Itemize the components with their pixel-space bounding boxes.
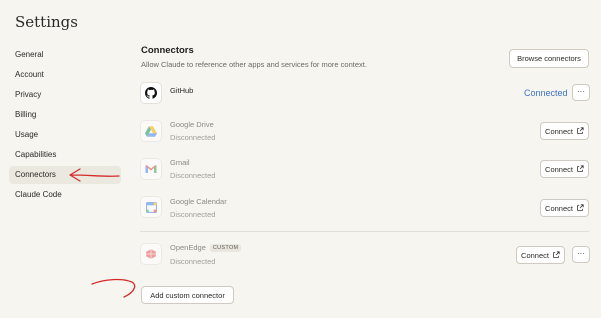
openedge-more-button[interactable]: ··· [572, 246, 590, 263]
connectors-description: Allow Claude to reference other apps and… [141, 60, 367, 69]
sidebar-item-billing[interactable]: Billing [9, 106, 121, 124]
external-link-icon [577, 127, 584, 134]
sidebar-nav: General Account Privacy Billing Usage Ca… [9, 46, 121, 206]
github-more-button[interactable]: ··· [572, 84, 590, 101]
connector-name: Google Drive [170, 120, 214, 129]
connect-label: Connect [545, 164, 573, 174]
add-custom-connector-button[interactable]: Add custom connector [141, 286, 234, 304]
sidebar-item-capabilities[interactable]: Capabilities [9, 146, 121, 164]
sidebar-item-claude-code[interactable]: Claude Code [9, 186, 121, 204]
gmail-connect-button[interactable]: Connect [540, 160, 589, 178]
openedge-name: OpenEdge [170, 243, 206, 252]
google-drive-icon [140, 120, 162, 142]
section-divider [140, 231, 589, 232]
connector-status: Disconnected [170, 257, 216, 266]
connector-name: OpenEdge CUSTOM [170, 243, 242, 252]
gmail-icon [140, 158, 162, 180]
external-link-icon [577, 165, 584, 172]
page-title: Settings [15, 13, 78, 31]
sidebar-item-usage[interactable]: Usage [9, 126, 121, 144]
custom-badge: CUSTOM [209, 244, 242, 252]
connector-name: GitHub [170, 86, 194, 95]
connector-status: Disconnected [170, 133, 216, 142]
sidebar-item-account[interactable]: Account [9, 66, 121, 84]
connected-status: Connected [524, 88, 568, 98]
connector-name: Google Calendar [170, 197, 227, 206]
browse-connectors-button[interactable]: Browse connectors [509, 49, 589, 68]
connectors-heading: Connectors [141, 45, 194, 56]
connector-status: Disconnected [170, 210, 216, 219]
external-link-icon [553, 251, 560, 258]
connect-label: Connect [545, 126, 573, 136]
openedge-icon [140, 243, 162, 265]
google-calendar-connect-button[interactable]: Connect [540, 199, 589, 217]
external-link-icon [577, 204, 584, 211]
sidebar-item-general[interactable]: General [9, 46, 121, 64]
connector-name: Gmail [170, 158, 190, 167]
connect-label: Connect [545, 203, 573, 213]
github-icon [140, 82, 162, 104]
sidebar-item-privacy[interactable]: Privacy [9, 86, 121, 104]
connector-status: Disconnected [170, 171, 216, 180]
sidebar-item-connectors[interactable]: Connectors [9, 166, 121, 184]
annotation-arrow-add-connector [91, 278, 136, 298]
openedge-connect-button[interactable]: Connect [516, 246, 565, 264]
connect-label: Connect [521, 250, 549, 260]
google-drive-connect-button[interactable]: Connect [540, 122, 589, 140]
google-calendar-icon [140, 196, 162, 218]
